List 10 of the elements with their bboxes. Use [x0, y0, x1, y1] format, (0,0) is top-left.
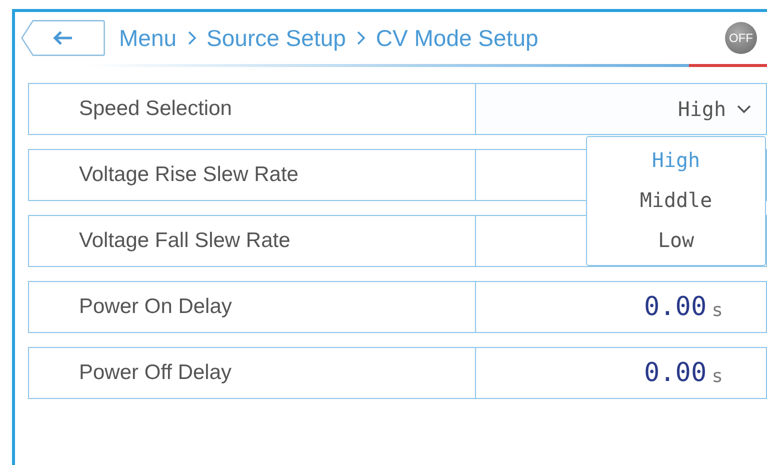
unit-text: s	[712, 300, 722, 320]
setting-label: Power Off Delay	[28, 347, 476, 399]
setting-label: Voltage Fall Slew Rate	[28, 215, 476, 267]
breadcrumb-item: CV Mode Setup	[376, 24, 538, 52]
unit-text: s	[712, 366, 722, 386]
setting-label: Voltage Rise Slew Rate	[28, 149, 476, 201]
value-text: 0.00	[644, 292, 707, 322]
setting-label: Power On Delay	[28, 281, 476, 333]
setting-label: Speed Selection	[28, 83, 476, 135]
value-text: 0.00	[644, 358, 707, 388]
